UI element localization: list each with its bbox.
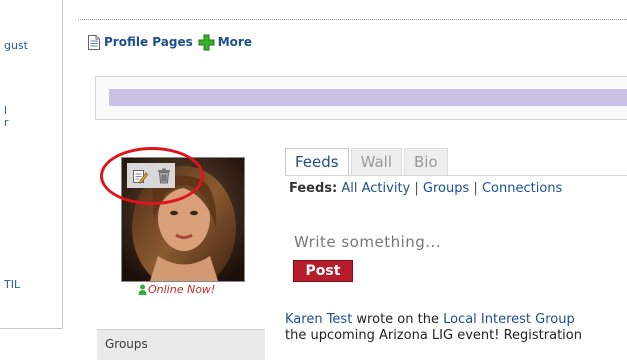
left-sidebar: gust l r TIL bbox=[0, 0, 63, 329]
groups-panel: Groups bbox=[97, 329, 265, 360]
online-status-text: Online Now! bbox=[148, 283, 216, 296]
status-input[interactable]: Write something... bbox=[294, 233, 441, 251]
activity-target-link[interactable]: Local Interest Group bbox=[443, 312, 575, 327]
page-icon bbox=[88, 34, 100, 50]
feed-filter: Feeds: All Activity | Groups | Connectio… bbox=[289, 181, 562, 196]
tab-feeds[interactable]: Feeds bbox=[285, 148, 349, 175]
highlight-circle bbox=[100, 147, 204, 205]
sidebar-item-til[interactable]: TIL bbox=[4, 279, 20, 291]
activity-verb: wrote on the bbox=[352, 312, 444, 327]
banner-strip bbox=[109, 89, 627, 106]
post-button[interactable]: Post bbox=[293, 260, 353, 282]
groups-heading: Groups bbox=[105, 337, 148, 351]
profile-tabs: Feeds Wall Bio bbox=[285, 148, 450, 176]
more-link[interactable]: More bbox=[218, 35, 252, 49]
feed-filter-label: Feeds: bbox=[289, 181, 338, 196]
filter-groups[interactable]: Groups bbox=[423, 181, 469, 196]
top-divider bbox=[78, 19, 627, 20]
filter-all-activity[interactable]: All Activity bbox=[341, 181, 410, 196]
banner-box bbox=[95, 76, 627, 120]
tab-wall[interactable]: Wall bbox=[350, 148, 403, 175]
sidebar-item-gust[interactable]: gust bbox=[4, 40, 28, 52]
online-status: Online Now! bbox=[138, 283, 215, 296]
tab-bio[interactable]: Bio bbox=[404, 148, 448, 175]
filter-connections[interactable]: Connections bbox=[482, 181, 562, 196]
sidebar-item-r[interactable]: r bbox=[4, 117, 9, 129]
filter-separator: | bbox=[473, 181, 478, 196]
plus-icon[interactable] bbox=[198, 34, 215, 51]
filter-separator: | bbox=[414, 181, 419, 196]
user-online-icon bbox=[138, 284, 147, 295]
tab-underline bbox=[285, 175, 627, 176]
activity-author-link[interactable]: Karen Test bbox=[285, 312, 352, 327]
activity-line-2: the upcoming Arizona LIG event! Registra… bbox=[285, 328, 582, 343]
activity-line-1: Karen Test wrote on the Local Interest G… bbox=[285, 312, 582, 328]
activity-item: Karen Test wrote on the Local Interest G… bbox=[285, 312, 582, 344]
profile-pages-link[interactable]: Profile Pages bbox=[104, 35, 193, 49]
profile-pages-bar: Profile Pages More bbox=[88, 32, 252, 52]
